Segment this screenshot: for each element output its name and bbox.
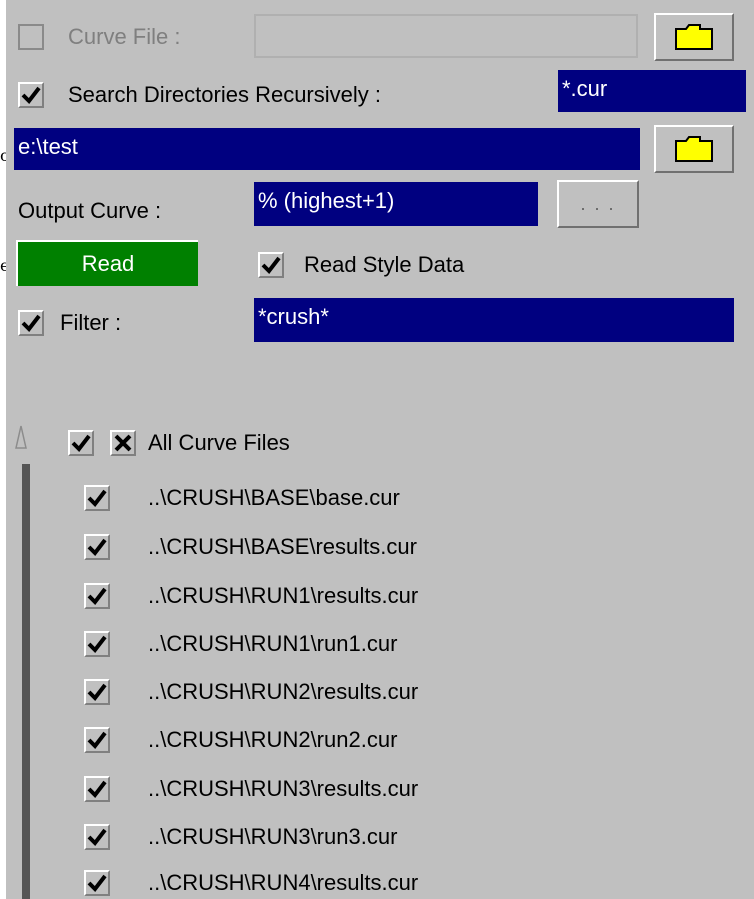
cross-icon [114,434,132,452]
filter-field[interactable]: *crush* [254,298,734,342]
directory-field[interactable]: e:\test [14,128,640,170]
file-label: ..\CRUSH\RUN3\results.cur [148,776,419,801]
file-label: ..\CRUSH\RUN2\run2.cur [148,727,398,752]
search-recursive-checkbox[interactable] [18,82,44,108]
checkmark-icon [87,731,107,750]
checkmark-icon [87,489,107,508]
folder-icon [675,136,713,162]
file-checkbox[interactable] [84,485,110,511]
all-curve-files-label: All Curve Files [148,430,290,455]
output-curve-label: Output Curve : [18,198,162,223]
tree-expander-icon[interactable] [14,424,28,450]
output-curve-options-button[interactable]: . . . [557,180,639,228]
file-checkbox[interactable] [84,534,110,560]
directory-browse-button[interactable] [654,125,734,173]
checkmark-icon [21,86,41,105]
file-label: ..\CRUSH\RUN1\results.cur [148,583,419,608]
list-item[interactable]: ..\CRUSH\RUN4\results.cur [6,867,754,899]
list-item[interactable]: ..\CRUSH\BASE\base.cur [6,482,754,518]
read-style-label: Read Style Data [304,252,465,277]
file-checkbox[interactable] [84,679,110,705]
curve-read-panel: Curve File : Search Directories Recursiv… [6,0,754,899]
output-curve-field[interactable]: % (highest+1) [254,182,538,226]
checkmark-icon [87,780,107,799]
file-checkbox[interactable] [84,824,110,850]
curve-file-field[interactable] [254,14,638,58]
filter-checkbox[interactable] [18,310,44,336]
curve-file-label: Curve File : [68,24,181,49]
checkmark-icon [87,828,107,847]
search-recursive-label: Search Directories Recursively : [68,82,381,107]
file-label: ..\CRUSH\RUN2\results.cur [148,679,419,704]
checkmark-icon [87,587,107,606]
list-item[interactable]: ..\CRUSH\RUN3\results.cur [6,773,754,809]
checkmark-icon [87,635,107,654]
search-pattern-field[interactable]: *.cur [558,70,746,112]
file-checkbox[interactable] [84,583,110,609]
checkmark-icon [261,256,281,275]
file-checkbox[interactable] [84,631,110,657]
list-item[interactable]: ..\CRUSH\RUN3\run3.cur [6,821,754,857]
list-item[interactable]: ..\CRUSH\RUN1\run1.cur [6,628,754,664]
checkmark-icon [87,874,107,893]
checkmark-icon [87,538,107,557]
file-label: ..\CRUSH\BASE\results.cur [148,534,417,559]
list-item[interactable]: ..\CRUSH\RUN1\results.cur [6,580,754,616]
list-item[interactable]: ..\CRUSH\RUN2\run2.cur [6,724,754,760]
checkmark-icon [87,683,107,702]
file-checkbox[interactable] [84,776,110,802]
read-button[interactable]: Read [16,240,198,286]
file-checkbox[interactable] [84,727,110,753]
checkmark-icon [71,434,91,453]
file-label: ..\CRUSH\RUN4\results.cur [148,870,419,895]
folder-icon [675,24,713,50]
file-label: ..\CRUSH\RUN3\run3.cur [148,824,398,849]
checkmark-icon [21,314,41,333]
file-checkbox[interactable] [84,870,110,896]
file-label: ..\CRUSH\BASE\base.cur [148,485,400,510]
file-label: ..\CRUSH\RUN1\run1.cur [148,631,398,656]
check-all-button[interactable] [68,430,94,456]
uncheck-all-button[interactable] [110,430,136,456]
curve-file-browse-button[interactable] [654,13,734,61]
list-item[interactable]: ..\CRUSH\BASE\results.cur [6,531,754,567]
curve-file-checkbox[interactable] [18,24,44,50]
read-style-checkbox[interactable] [258,252,284,278]
filter-label: Filter : [60,310,122,335]
list-item[interactable]: ..\CRUSH\RUN2\results.cur [6,676,754,712]
